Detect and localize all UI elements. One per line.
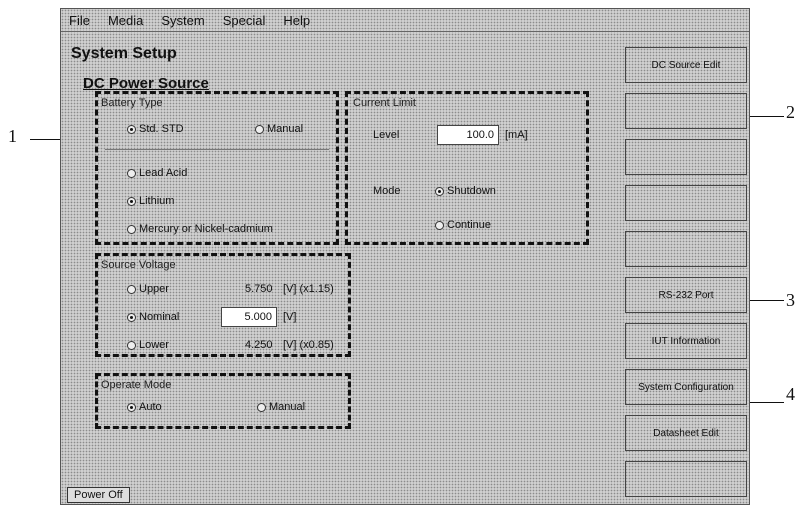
level-unit: [mA] xyxy=(505,129,528,141)
nominal-label: Nominal xyxy=(139,311,180,323)
system-configuration-button[interactable]: System Configuration xyxy=(625,369,747,405)
continue-label: Continue xyxy=(447,219,492,231)
battery-std-radio[interactable]: Std. STD xyxy=(127,123,184,135)
upper-value: 5.750 xyxy=(245,283,273,295)
upper-label: Upper xyxy=(139,283,169,295)
battery-divider xyxy=(105,149,329,150)
lower-value: 4.250 xyxy=(245,339,273,351)
side-button-3[interactable] xyxy=(625,139,747,175)
battery-lithium-radio[interactable]: Lithium xyxy=(127,195,174,207)
radio-selected-icon xyxy=(127,312,136,322)
menu-special[interactable]: Special xyxy=(221,13,268,28)
lower-label: Lower xyxy=(139,339,169,351)
rs232-port-button[interactable]: RS-232 Port xyxy=(625,277,747,313)
side-button-4[interactable] xyxy=(625,185,747,221)
nominal-radio[interactable]: Nominal xyxy=(127,311,179,323)
menu-system[interactable]: System xyxy=(159,13,206,28)
menu-media[interactable]: Media xyxy=(106,13,145,28)
battery-lead-label: Lead Acid xyxy=(139,167,188,179)
radio-icon xyxy=(127,284,136,294)
lower-radio[interactable]: Lower xyxy=(127,339,169,351)
menu-help[interactable]: Help xyxy=(281,13,312,28)
auto-radio[interactable]: Auto xyxy=(127,401,162,413)
battery-lithium-label: Lithium xyxy=(139,195,175,207)
lower-unit: [V] (x0.85) xyxy=(283,339,334,351)
shutdown-label: Shutdown xyxy=(447,185,496,197)
level-input[interactable]: 100.0 xyxy=(437,125,499,145)
iut-information-button[interactable]: IUT Information xyxy=(625,323,747,359)
nominal-unit: [V] xyxy=(283,311,297,323)
continue-radio[interactable]: Continue xyxy=(435,219,491,231)
mode-label: Mode xyxy=(373,185,401,197)
operate-manual-radio[interactable]: Manual xyxy=(257,401,305,413)
battery-std-label: Std. STD xyxy=(139,123,184,135)
section-title: DC Power Source xyxy=(83,75,209,92)
page-title: System Setup xyxy=(71,45,177,62)
side-button-10[interactable] xyxy=(625,461,747,497)
battery-manual-radio[interactable]: Manual xyxy=(255,123,303,135)
dc-source-edit-button[interactable]: DC Source Edit xyxy=(625,47,747,83)
battery-type-label: Battery Type xyxy=(101,97,163,109)
application-window: File Media System Special Help System Se… xyxy=(60,8,750,505)
auto-label: Auto xyxy=(139,401,162,413)
radio-icon xyxy=(255,124,264,134)
source-voltage-label: Source Voltage xyxy=(101,259,176,271)
battery-lead-radio[interactable]: Lead Acid xyxy=(127,167,187,179)
radio-icon xyxy=(127,224,136,234)
radio-icon xyxy=(127,340,136,350)
nominal-input[interactable]: 5.000 xyxy=(221,307,277,327)
level-label: Level xyxy=(373,129,400,141)
battery-manual-label: Manual xyxy=(267,123,304,135)
side-button-2[interactable] xyxy=(625,93,747,129)
datasheet-edit-button[interactable]: Datasheet Edit xyxy=(625,415,747,451)
radio-selected-icon xyxy=(127,402,136,412)
current-limit-label: Current Limit xyxy=(353,97,416,109)
radio-selected-icon xyxy=(435,186,444,196)
callout-4: 4 xyxy=(786,384,795,404)
radio-icon xyxy=(257,402,266,412)
upper-unit: [V] (x1.15) xyxy=(283,283,334,295)
operate-manual-label: Manual xyxy=(269,401,306,413)
radio-selected-icon xyxy=(127,124,136,134)
upper-radio[interactable]: Upper xyxy=(127,283,169,295)
power-off-button[interactable]: Power Off xyxy=(67,487,130,503)
callout-1: 1 xyxy=(8,126,17,146)
side-button-5[interactable] xyxy=(625,231,747,267)
operate-mode-label: Operate Mode xyxy=(101,379,172,391)
menu-bar: File Media System Special Help xyxy=(61,9,749,32)
menu-file[interactable]: File xyxy=(67,13,92,28)
radio-selected-icon xyxy=(127,196,136,206)
radio-icon xyxy=(127,168,136,178)
radio-icon xyxy=(435,220,444,230)
callout-3: 3 xyxy=(786,290,795,310)
shutdown-radio[interactable]: Shutdown xyxy=(435,185,496,197)
battery-mercury-radio[interactable]: Mercury or Nickel-cadmium xyxy=(127,223,273,235)
callout-2: 2 xyxy=(786,102,795,122)
battery-mercury-label: Mercury or Nickel-cadmium xyxy=(139,223,273,235)
